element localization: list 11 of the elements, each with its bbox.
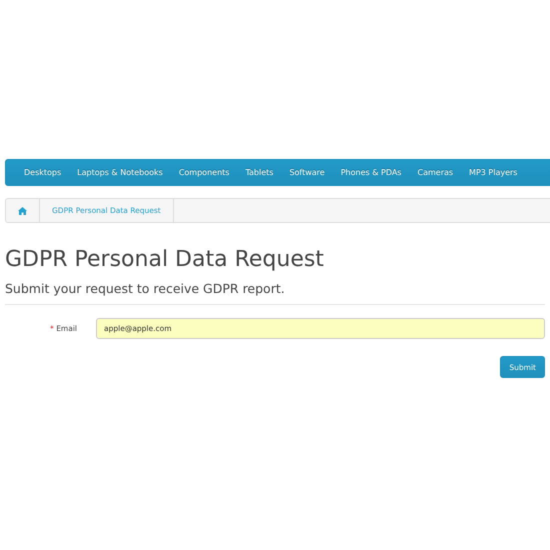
menu-link[interactable]: Desktops <box>16 166 70 178</box>
menu-link[interactable]: Phones & PDAs <box>332 166 410 178</box>
menu-link[interactable]: Laptops & Notebooks <box>69 166 171 178</box>
home-icon[interactable] <box>18 206 27 214</box>
menu-link[interactable]: Software <box>281 166 333 178</box>
menu-link[interactable]: MP3 Players <box>461 166 526 178</box>
page-title: GDPR Personal Data Request <box>5 247 325 274</box>
menu-link[interactable]: Components <box>170 166 238 178</box>
menu-link[interactable]: Tablets <box>237 166 282 178</box>
menu-link[interactable]: Cameras <box>409 166 462 178</box>
page-subtitle: Submit your request to receive GDPR report. <box>5 280 286 298</box>
